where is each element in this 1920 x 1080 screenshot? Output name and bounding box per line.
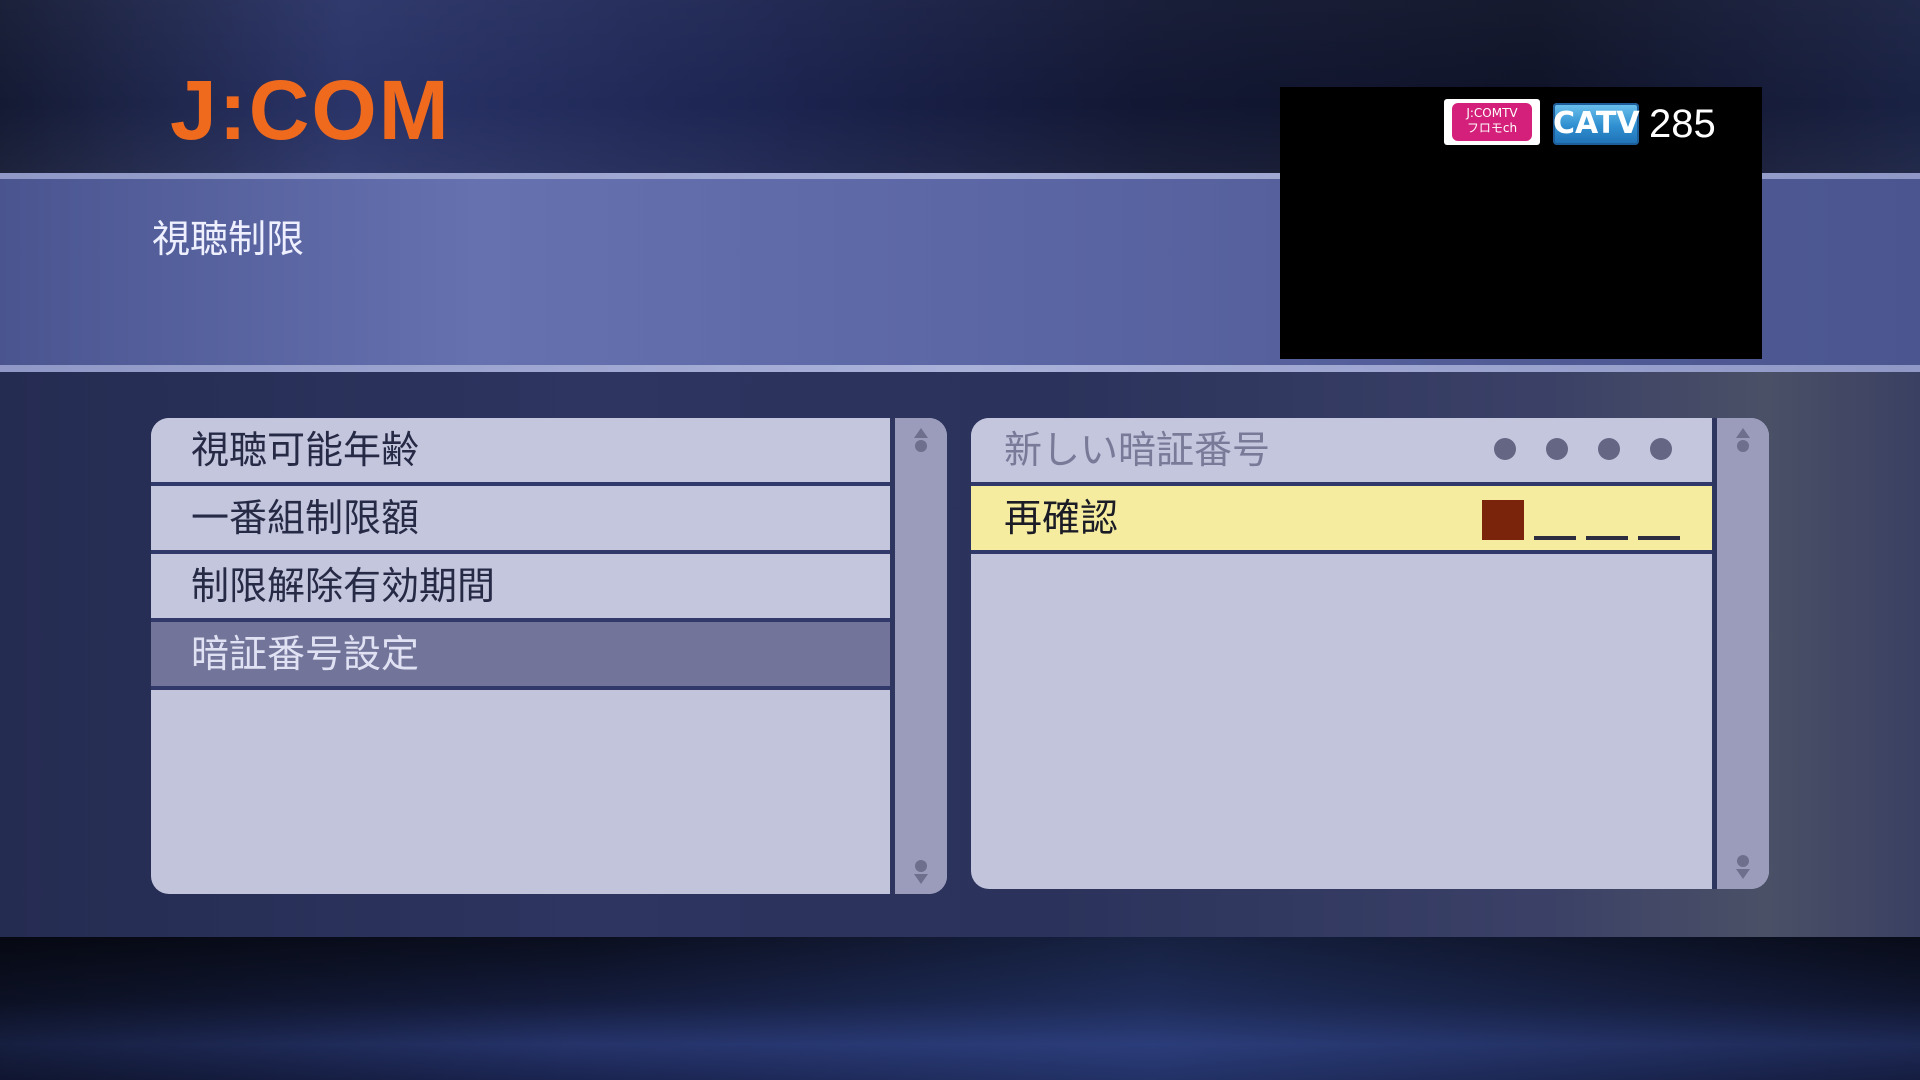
confirm-pin-label: 再確認 [1004,496,1119,540]
scroll-up-arrow-icon[interactable] [913,426,929,456]
new-pin-row[interactable]: 新しい暗証番号 [971,418,1712,486]
pin-dot [1650,438,1672,460]
menu-item-program-limit[interactable]: 一番組制限額 [151,486,890,554]
pin-slot [1534,536,1576,540]
confirm-pin-slots[interactable] [1472,500,1680,544]
jcom-logo: J:COM [170,63,451,157]
menu-item-label: 視聴可能年齢 [191,428,420,472]
menu-item-label: 暗証番号設定 [191,632,420,676]
pin-dot [1598,438,1620,460]
footer-background [0,937,1920,1080]
pin-scrollbar[interactable] [1712,418,1769,889]
channel-logo-text: J:COMTV フロモch [1452,103,1532,141]
new-pin-label: 新しい暗証番号 [1004,428,1271,472]
scroll-down-arrow-icon[interactable] [913,856,929,886]
network-badge: CATV [1553,103,1640,145]
menu-scrollbar[interactable] [890,418,947,894]
pin-dot [1546,438,1568,460]
menu-item-pin-setting[interactable]: 暗証番号設定 [151,622,890,690]
menu-item-viewing-age[interactable]: 視聴可能年齢 [151,418,890,486]
title-band-divider [0,365,1920,372]
menu-item-unlock-period[interactable]: 制限解除有効期間 [151,554,890,622]
channel-number: 285 [1649,102,1716,146]
pin-slot [1638,536,1680,540]
confirm-pin-row[interactable]: 再確認 [971,486,1712,554]
new-pin-dots [1464,438,1672,464]
pin-dot [1494,438,1516,460]
channel-logo: J:COMTV フロモch [1444,99,1540,145]
menu-item-label: 一番組制限額 [191,496,420,540]
pin-input-cursor [1482,500,1524,540]
page-title: 視聴制限 [152,217,305,261]
scroll-down-arrow-icon[interactable] [1735,851,1751,881]
pin-slot [1586,536,1628,540]
pin-entry-panel: 新しい暗証番号 再確認 [971,418,1769,889]
settings-menu-panel: 視聴可能年齢 一番組制限額 制限解除有効期間 暗証番号設定 [151,418,947,894]
menu-item-label: 制限解除有効期間 [191,564,496,608]
channel-preview: J:COMTV フロモch CATV 285 [1280,87,1762,359]
scroll-up-arrow-icon[interactable] [1735,426,1751,456]
